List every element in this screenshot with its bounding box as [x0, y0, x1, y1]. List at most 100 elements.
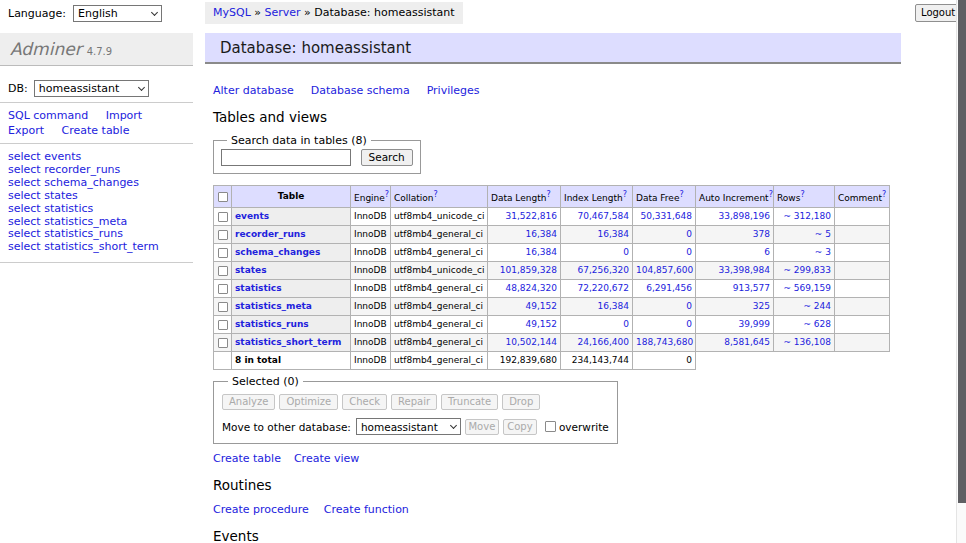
- auto-increment-link[interactable]: 325: [753, 301, 770, 311]
- index-length-link[interactable]: 0: [623, 247, 629, 257]
- repair-button[interactable]: Repair: [391, 394, 437, 410]
- analyze-button[interactable]: Analyze: [222, 394, 275, 410]
- table-link[interactable]: recorder_runs: [235, 229, 306, 239]
- data-length-link[interactable]: 101,859,328: [500, 265, 557, 275]
- data-free-link[interactable]: 0: [686, 301, 692, 311]
- column-help-link[interactable]: ?: [882, 190, 886, 199]
- table-link[interactable]: statistics_runs: [235, 319, 309, 329]
- column-help-link[interactable]: ?: [546, 190, 550, 199]
- data-free-link[interactable]: 50,331,648: [640, 211, 692, 221]
- table-link[interactable]: statistics: [235, 283, 282, 293]
- row-checkbox[interactable]: [218, 248, 228, 258]
- copy-button[interactable]: Copy: [503, 419, 537, 435]
- drop-button[interactable]: Drop: [502, 394, 540, 410]
- sidebar-table-link[interactable]: select statistics: [8, 203, 159, 216]
- data-length-link[interactable]: 31,522,816: [505, 211, 557, 221]
- index-length-link[interactable]: 16,384: [598, 301, 630, 311]
- column-help-link[interactable]: ?: [385, 190, 389, 199]
- search-input[interactable]: [221, 149, 351, 166]
- table-link[interactable]: statistics_short_term: [235, 337, 341, 347]
- auto-increment-link[interactable]: 378: [753, 229, 770, 239]
- data-free-link[interactable]: 188,743,680: [636, 337, 693, 347]
- index-length-link[interactable]: 67,256,320: [577, 265, 629, 275]
- row-checkbox[interactable]: [218, 230, 228, 240]
- row-checkbox[interactable]: [218, 284, 228, 294]
- index-length-link[interactable]: 16,384: [598, 229, 630, 239]
- database-action-link[interactable]: Alter database: [213, 84, 294, 97]
- sidebar-table-link[interactable]: select recorder_runs: [8, 164, 159, 177]
- logout-button[interactable]: Logout: [915, 4, 961, 22]
- sidebar-action-link[interactable]: SQL command: [8, 109, 88, 122]
- auto-increment-link[interactable]: 33,898,196: [718, 211, 770, 221]
- row-checkbox[interactable]: [218, 266, 228, 276]
- data-length-link[interactable]: 16,384: [526, 229, 558, 239]
- rows-link[interactable]: ~ 136,108: [783, 337, 831, 347]
- data-free-link[interactable]: 104,857,600: [636, 265, 693, 275]
- rows-link[interactable]: ~ 299,833: [783, 265, 831, 275]
- sidebar-table-link[interactable]: select events: [8, 151, 159, 164]
- routine-link[interactable]: Create function: [324, 503, 409, 516]
- data-length-link[interactable]: 48,824,320: [505, 283, 557, 293]
- row-checkbox[interactable]: [218, 302, 228, 312]
- table-link[interactable]: statistics_meta: [235, 301, 312, 311]
- column-help-link[interactable]: ?: [434, 190, 438, 199]
- data-free-link[interactable]: 0: [686, 229, 692, 239]
- data-free-link[interactable]: 0: [686, 319, 692, 329]
- column-help-link[interactable]: ?: [800, 190, 804, 199]
- breadcrumb-item[interactable]: Server: [265, 6, 301, 19]
- column-help-link[interactable]: ?: [623, 190, 627, 199]
- rows-link[interactable]: ~ 5: [815, 229, 831, 239]
- language-select[interactable]: English: [73, 5, 162, 22]
- db-select[interactable]: homeassistant: [34, 80, 149, 97]
- database-action-link[interactable]: Database schema: [311, 84, 410, 97]
- data-free-link[interactable]: 6,291,456: [646, 283, 692, 293]
- database-action-link[interactable]: Privileges: [427, 84, 480, 97]
- sidebar-table-link[interactable]: select statistics_short_term: [8, 241, 159, 254]
- sidebar-action-link[interactable]: Export: [8, 124, 44, 137]
- index-length-link[interactable]: 72,220,672: [577, 283, 629, 293]
- index-length-link[interactable]: 0: [623, 319, 629, 329]
- auto-increment-link[interactable]: 913,577: [733, 283, 770, 293]
- sidebar-table-link[interactable]: select schema_changes: [8, 177, 159, 190]
- data-length-link[interactable]: 49,152: [526, 319, 558, 329]
- index-length-link[interactable]: 70,467,584: [577, 211, 629, 221]
- row-checkbox[interactable]: [218, 338, 228, 348]
- routine-link[interactable]: Create procedure: [213, 503, 309, 516]
- data-length-link[interactable]: 49,152: [526, 301, 558, 311]
- breadcrumb-item[interactable]: MySQL: [213, 6, 251, 19]
- move-database-select[interactable]: homeassistant: [356, 418, 461, 435]
- data-length-link[interactable]: 10,502,144: [505, 337, 557, 347]
- create-link[interactable]: Create table: [213, 452, 281, 465]
- rows-link[interactable]: ~ 312,180: [783, 211, 831, 221]
- scrollbar-track[interactable]: [956, 0, 966, 543]
- select-all-checkbox[interactable]: [218, 192, 228, 202]
- truncate-button[interactable]: Truncate: [441, 394, 498, 410]
- overwrite-checkbox[interactable]: [545, 421, 556, 432]
- sidebar-action-link[interactable]: Import: [106, 109, 143, 122]
- column-help-link[interactable]: ?: [769, 190, 773, 199]
- data-length-link[interactable]: 16,384: [526, 247, 558, 257]
- sidebar-action-link[interactable]: Create table: [62, 124, 130, 137]
- rows-link[interactable]: ~ 3: [815, 247, 831, 257]
- row-checkbox[interactable]: [218, 320, 228, 330]
- table-link[interactable]: schema_changes: [235, 247, 320, 257]
- optimize-button[interactable]: Optimize: [279, 394, 338, 410]
- auto-increment-link[interactable]: 39,999: [739, 319, 771, 329]
- move-button[interactable]: Move: [465, 419, 499, 435]
- auto-increment-link[interactable]: 6: [764, 247, 770, 257]
- rows-link[interactable]: ~ 628: [803, 319, 831, 329]
- index-length-link[interactable]: 24,166,400: [577, 337, 629, 347]
- rows-link[interactable]: ~ 244: [803, 301, 831, 311]
- rows-link[interactable]: ~ 569,159: [783, 283, 831, 293]
- check-button[interactable]: Check: [342, 394, 387, 410]
- search-button[interactable]: Search: [361, 149, 413, 166]
- row-checkbox[interactable]: [218, 212, 228, 222]
- auto-increment-link[interactable]: 33,398,984: [718, 265, 770, 275]
- create-link[interactable]: Create view: [294, 452, 359, 465]
- sidebar-table-link[interactable]: select states: [8, 190, 159, 203]
- table-link[interactable]: states: [235, 265, 267, 275]
- table-link[interactable]: events: [235, 211, 269, 221]
- scrollbar-thumb[interactable]: [958, 0, 966, 503]
- auto-increment-link[interactable]: 8,581,645: [724, 337, 770, 347]
- app-name[interactable]: Adminer: [10, 39, 82, 59]
